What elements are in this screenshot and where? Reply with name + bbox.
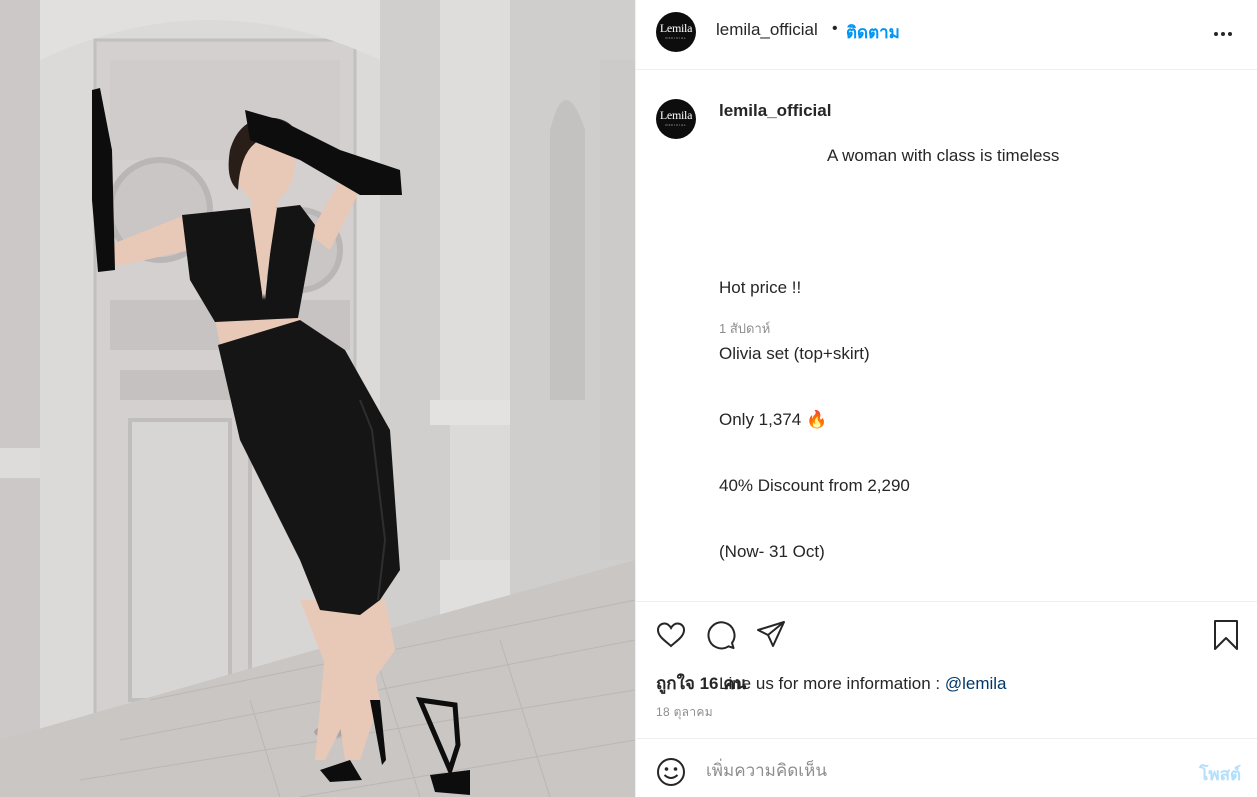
comment-input[interactable] bbox=[704, 755, 1168, 787]
caption-area: Lemila OFFICIAL A woman with class is ti… bbox=[636, 70, 1257, 693]
header-username[interactable]: lemila_official bbox=[716, 20, 818, 40]
post-side-panel: Lemila OFFICIAL lemila_official • ติดตาม… bbox=[635, 0, 1257, 797]
avatar-logo-sub: OFFICIAL bbox=[665, 123, 687, 127]
post-photo[interactable] bbox=[0, 0, 635, 797]
caption-first-line: A woman with class is timeless bbox=[827, 146, 1060, 165]
bookmark-icon[interactable] bbox=[1210, 619, 1242, 651]
caption-line: Only 1,374 🔥 bbox=[719, 410, 828, 429]
comment-icon[interactable] bbox=[705, 619, 737, 651]
comment-bar: โพสต์ bbox=[636, 738, 1257, 797]
heart-icon[interactable] bbox=[655, 619, 687, 651]
follow-button[interactable]: ติดตาม bbox=[846, 19, 900, 46]
caption-line bbox=[719, 211, 1229, 233]
avatar[interactable]: Lemila OFFICIAL bbox=[656, 12, 696, 52]
caption-username[interactable]: lemila_official bbox=[719, 101, 831, 121]
post-header: Lemila OFFICIAL lemila_official • ติดตาม bbox=[636, 0, 1257, 70]
photo-illustration bbox=[0, 0, 635, 797]
caption-line: 40% Discount from 2,290 bbox=[719, 476, 910, 495]
likes-count[interactable]: ถูกใจ 16 คน bbox=[656, 670, 746, 697]
more-options-icon[interactable] bbox=[1211, 22, 1235, 46]
header-separator: • bbox=[832, 20, 838, 37]
caption-avatar[interactable]: Lemila OFFICIAL bbox=[656, 99, 696, 139]
post-date[interactable]: 18 ตุลาคม bbox=[656, 703, 713, 722]
instagram-post: Lemila OFFICIAL lemila_official • ติดตาม… bbox=[0, 0, 1257, 797]
caption-line: Hot price !! bbox=[719, 278, 802, 297]
avatar-logo: Lemila bbox=[659, 108, 693, 122]
avatar-logo-sub: OFFICIAL bbox=[665, 36, 687, 40]
share-icon[interactable] bbox=[755, 618, 787, 650]
caption-line: (Now- 31 Oct) bbox=[719, 542, 825, 561]
post-comment-button[interactable]: โพสต์ bbox=[1199, 761, 1241, 788]
caption-line: Olivia set (top+skirt) bbox=[719, 344, 870, 363]
post-actions: ถูกใจ 16 คน 18 ตุลาคม bbox=[636, 601, 1257, 738]
caption-time[interactable]: 1 สัปดาห์ bbox=[719, 318, 770, 339]
avatar-logo: Lemila bbox=[659, 21, 693, 35]
emoji-icon[interactable] bbox=[655, 756, 687, 788]
